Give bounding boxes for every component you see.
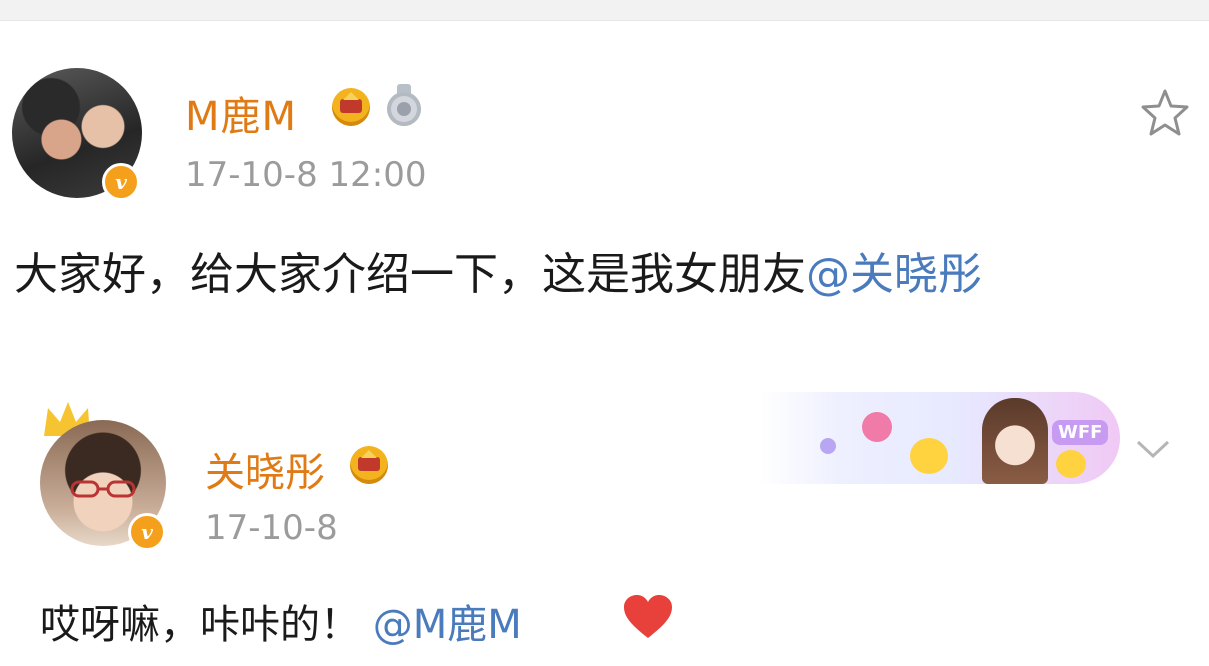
post-text: 哎呀嘛，咔咔的！ @M鹿M	[40, 592, 522, 650]
verified-v-icon: v	[102, 163, 140, 201]
decorative-banner[interactable]: WFF	[760, 392, 1120, 484]
mention-link[interactable]: @关晓彤	[806, 249, 982, 300]
mention-link[interactable]: @M鹿M	[373, 602, 522, 648]
username[interactable]: M鹿M	[185, 84, 297, 142]
chevron-down-icon[interactable]	[1134, 434, 1172, 464]
post-text-body: 哎呀嘛，咔咔的！	[40, 602, 360, 648]
banner-label: WFF	[1052, 420, 1109, 445]
post-time: 17-10-8 12:00	[185, 155, 427, 195]
heart-icon	[624, 595, 672, 638]
chick-icon	[1056, 450, 1086, 478]
post-text-body: 大家好，给大家介绍一下，这是我女朋友	[14, 249, 806, 300]
portrait-image	[982, 398, 1048, 484]
crown-icon	[350, 446, 388, 484]
bubble-decoration	[862, 412, 892, 442]
bubble-decoration	[820, 438, 836, 454]
post-time: 17-10-8	[205, 508, 338, 548]
medal-icon	[385, 84, 423, 130]
username[interactable]: 关晓彤	[205, 440, 325, 498]
crown-icon	[332, 88, 370, 126]
top-divider	[0, 0, 1209, 21]
star-icon[interactable]	[1140, 88, 1190, 138]
verified-v-icon: v	[128, 513, 166, 551]
chick-icon	[910, 438, 948, 474]
post-text: 大家好，给大家介绍一下，这是我女朋友@关晓彤	[14, 238, 982, 302]
